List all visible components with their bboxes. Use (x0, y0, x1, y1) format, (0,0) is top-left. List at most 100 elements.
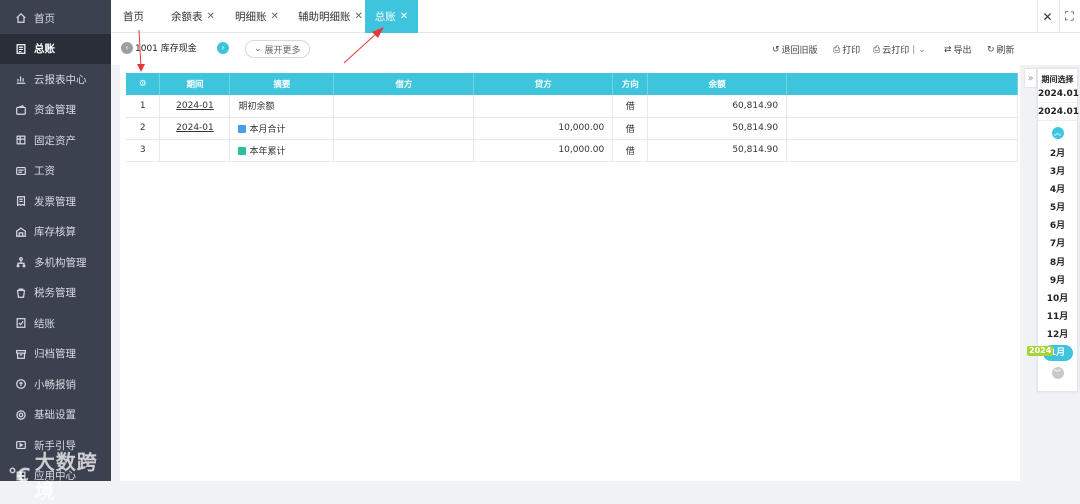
month-option[interactable]: 7月 (1038, 235, 1077, 253)
sidebar-item-label: 云报表中心 (34, 73, 87, 86)
column-header-debit: 借方 (333, 73, 475, 95)
invoice-icon (14, 194, 28, 208)
scroll-up-icon[interactable]: ︽ (1051, 127, 1064, 139)
prev-account-icon[interactable]: ‹ (121, 41, 133, 54)
chevron-down-icon[interactable]: | ⌄ (912, 45, 925, 55)
period-link[interactable]: 2024-01 (176, 101, 214, 111)
close-all-button[interactable]: ✕ (1037, 0, 1057, 33)
month-option[interactable]: 11月 (1038, 308, 1077, 326)
asset-icon (14, 133, 28, 147)
tab-label: 总账 (374, 11, 396, 23)
month-option[interactable]: 8月 (1038, 254, 1077, 272)
blank-cell (786, 117, 1018, 140)
period-cell[interactable]: 2024-01 (159, 95, 231, 118)
expand-more-button[interactable]: ⌄ 展开更多 (245, 40, 310, 58)
cloud-print-button[interactable]: ⎙ 云打印 | ⌄ (873, 43, 926, 57)
tab-aux-detail-ledger[interactable]: 辅助明细账 ✕ (298, 0, 363, 33)
month-option[interactable]: 6月 (1038, 217, 1077, 235)
close-icon[interactable]: ✕ (271, 11, 279, 22)
summary-badge-icon (238, 146, 247, 155)
sidebar-item-10[interactable]: 结账 (0, 308, 111, 339)
reimburse-icon (14, 377, 28, 391)
toolbar: ‹ 1001 库存现金 › ⌄ 展开更多 ↺ 退回旧版 ⎙ 打印 ⎙ 云打印 | ⌄ ⇄… (111, 33, 1080, 65)
account-selector[interactable]: ‹ 1001 库存现金 › (121, 41, 229, 54)
balance-cell: 60,814.90 (647, 95, 788, 118)
summary-cell: 期初余额 (229, 95, 335, 118)
month-option[interactable]: 4月 (1038, 181, 1077, 199)
sidebar-item-5[interactable]: 工资 (0, 156, 111, 187)
scroll-down-icon[interactable]: ︾ (1051, 367, 1064, 380)
blank-cell (786, 95, 1018, 118)
settings-icon (14, 408, 28, 422)
sidebar-item-9[interactable]: 税务管理 (0, 278, 111, 309)
sidebar-item-12[interactable]: 小畅报销 (0, 369, 111, 400)
tab-detail-ledger[interactable]: 明细账 ✕ (235, 0, 279, 33)
sidebar-item-1[interactable]: 总账 (0, 33, 111, 64)
month-option[interactable]: 5月 (1038, 199, 1077, 217)
summary-text: 期初余额 (238, 102, 275, 113)
revert-old-version-button[interactable]: ↺ 退回旧版 (772, 43, 818, 57)
sidebar-item-label: 多机构管理 (34, 256, 87, 269)
sidebar-item-3[interactable]: 资金管理 (0, 95, 111, 126)
print-icon: ⎙ (833, 44, 841, 55)
sidebar-item-14[interactable]: 新手引导 (0, 430, 111, 461)
credit-cell: 10,000.00 (473, 139, 614, 162)
sidebar-item-label: 新手引导 (34, 439, 76, 452)
collapse-panel-icon[interactable]: » (1024, 68, 1037, 88)
sidebar-item-7[interactable]: 库存核算 (0, 217, 111, 248)
column-settings-icon[interactable]: ⚙ (126, 73, 161, 95)
print-button[interactable]: ⎙ 打印 (833, 43, 860, 57)
warehouse-icon (14, 225, 28, 239)
tab-label: 辅助明细账 (298, 11, 351, 23)
chevron-down-icon: ⌄ (254, 44, 262, 54)
close-icon[interactable]: ✕ (355, 11, 363, 22)
sidebar-item-8[interactable]: 多机构管理 (0, 247, 111, 278)
next-account-icon[interactable]: › (217, 41, 229, 54)
month-option[interactable]: 9月 (1038, 272, 1077, 290)
month-option[interactable]: 12月 (1038, 326, 1077, 344)
month-option[interactable]: 10月 (1038, 290, 1077, 308)
undo-icon: ↺ (772, 44, 780, 55)
month-option[interactable]: 2月 (1038, 145, 1077, 163)
export-button[interactable]: ⇄ 导出 (944, 43, 972, 57)
sidebar-item-13[interactable]: 基础设置 (0, 400, 111, 431)
close-icon[interactable]: ✕ (400, 11, 408, 22)
period-link[interactable]: 2024-01 (176, 123, 214, 133)
period-picker-title: 期间选择 (1041, 75, 1074, 84)
tab-label: 首页 (123, 11, 144, 23)
month-option[interactable]: 3月 (1038, 163, 1077, 181)
tab-home[interactable]: 首页 (123, 0, 144, 33)
period-cell[interactable] (159, 139, 231, 162)
sidebar-item-label: 发票管理 (34, 195, 76, 208)
tab-general-ledger[interactable]: 总账 ✕ (365, 0, 418, 33)
table-row: 2 2024-01 本月合计 10,000.00 借 50,814.90 (126, 117, 1018, 140)
table-header: ⚙ 期间 摘要 借方 贷方 方向 余额 (126, 73, 1018, 95)
sidebar-item-11[interactable]: 归档管理 (0, 339, 111, 370)
debit-cell (333, 95, 475, 118)
period-range-end[interactable]: 2024.01 (1038, 103, 1079, 121)
close-books-icon (14, 316, 28, 330)
sidebar-item-15[interactable]: 应用中心 (0, 461, 111, 492)
period-range-start[interactable]: 2024.01 (1038, 85, 1079, 103)
period-cell[interactable]: 2024-01 (159, 117, 231, 140)
sidebar-item-label: 基础设置 (34, 409, 76, 422)
column-header-credit: 贷方 (473, 73, 614, 95)
sidebar-item-label: 首页 (34, 12, 55, 25)
general-ledger-table: ⚙ 期间 摘要 借方 贷方 方向 余额 1 2024-01 期初余额借 60,814.… (126, 73, 1018, 162)
sidebar-item-6[interactable]: 发票管理 (0, 186, 111, 217)
guide-icon (14, 438, 28, 452)
home-icon (14, 11, 28, 25)
close-icon[interactable]: ✕ (207, 11, 215, 22)
direction-cell: 借 (612, 95, 649, 118)
sidebar-item-4[interactable]: 固定资产 (0, 125, 111, 156)
fullscreen-button[interactable]: ⛶ (1059, 0, 1079, 33)
wallet-icon (14, 103, 28, 117)
credit-cell (473, 95, 614, 118)
sidebar-item-0[interactable]: 首页 (0, 3, 111, 34)
refresh-button[interactable]: ↻ 刷新 (987, 43, 1015, 57)
sidebar-item-label: 工资 (34, 165, 55, 178)
account-name[interactable]: 1001 库存现金 (133, 41, 217, 54)
button-label: 导出 (953, 46, 972, 56)
tab-balance-sheet[interactable]: 余额表 ✕ (171, 0, 215, 33)
sidebar-item-2[interactable]: 云报表中心 (0, 64, 111, 95)
